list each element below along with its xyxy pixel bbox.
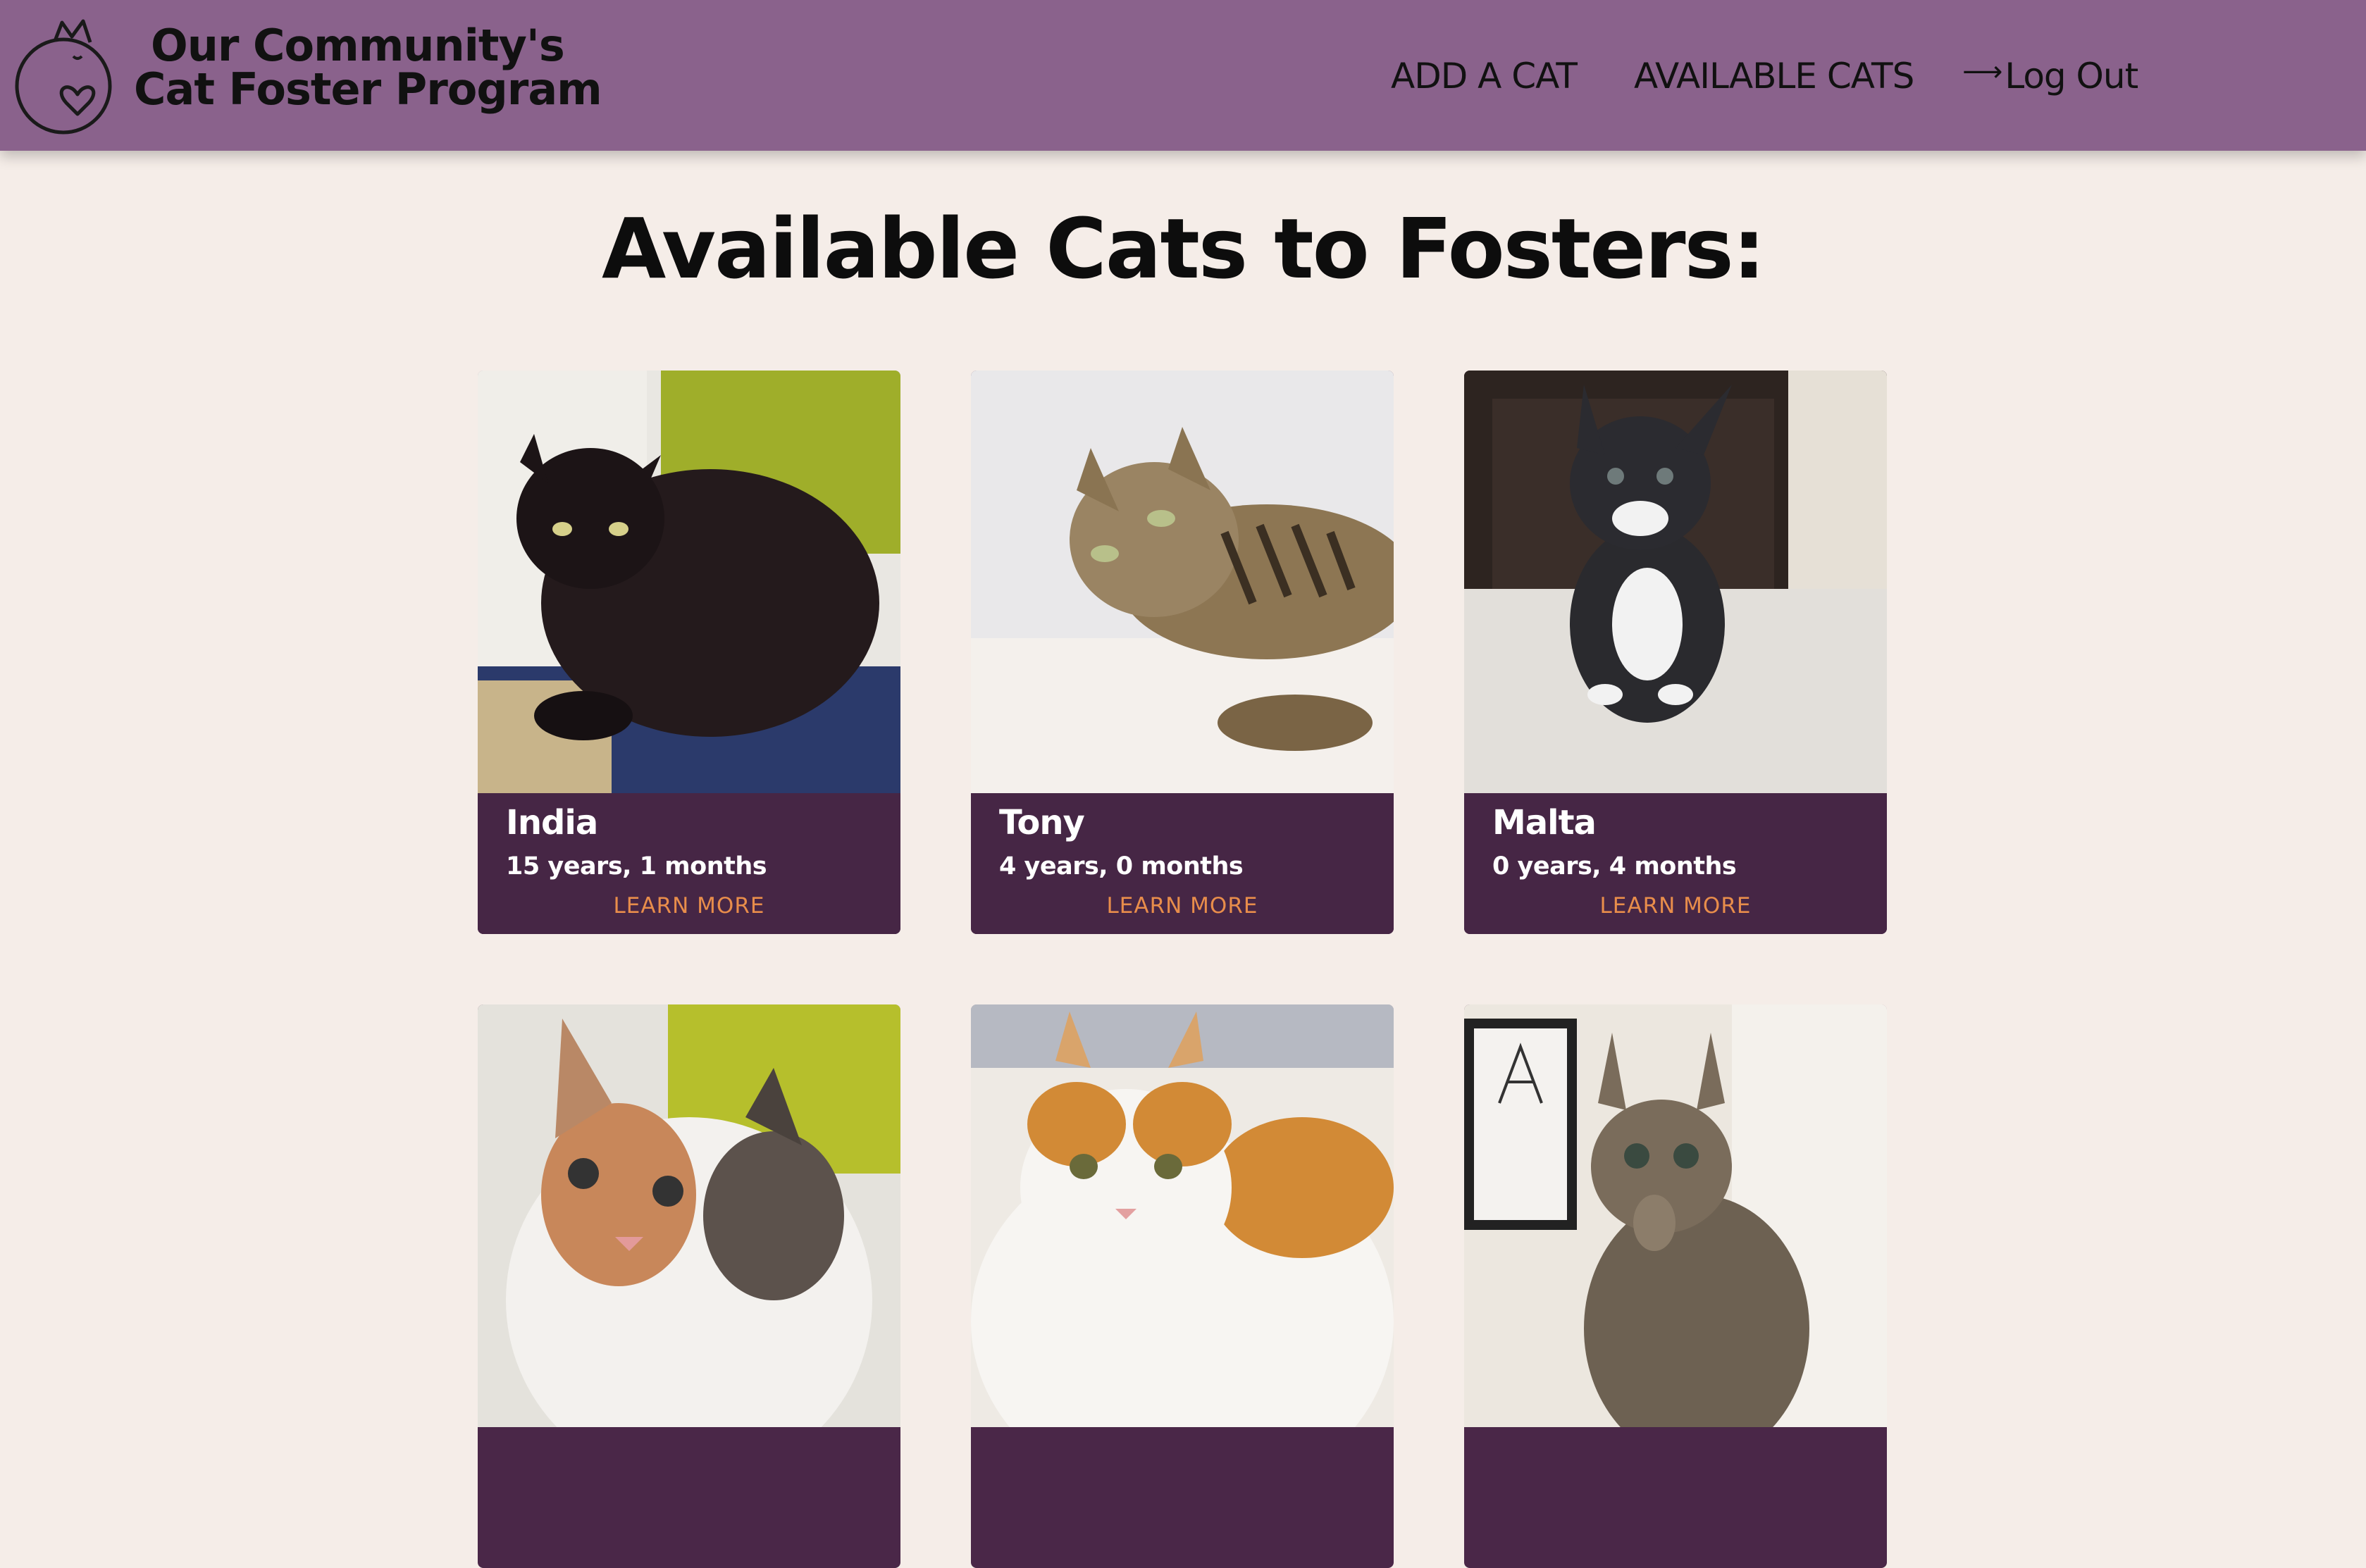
brand-name[interactable]: Our Community's Cat Foster Program xyxy=(134,24,602,111)
cat-name: India xyxy=(506,803,598,842)
top-navbar: Our Community's Cat Foster Program ADD A… xyxy=(0,0,2366,151)
cat-card-india[interactable]: India 15 years, 1 months LEARN MORE xyxy=(478,371,900,934)
cat-photo-malta xyxy=(1464,371,1887,793)
cat-photo-tony xyxy=(971,371,1394,793)
cat-card-calico[interactable] xyxy=(478,1004,900,1568)
cat-card-orange-white[interactable] xyxy=(971,1004,1394,1568)
logout-link[interactable]: ⟶ Log Out xyxy=(1962,55,2138,97)
cat-photo-calico xyxy=(478,1004,900,1427)
learn-more-button[interactable]: LEARN MORE xyxy=(971,892,1394,920)
cat-card-tabby-kitten[interactable] xyxy=(1464,1004,1887,1568)
cat-photo-india xyxy=(478,371,900,793)
logout-label: Log Out xyxy=(2005,56,2138,97)
page-title: Available Cats to Fosters: xyxy=(602,200,1766,297)
learn-more-button[interactable]: LEARN MORE xyxy=(478,892,900,920)
brand-line-2: Cat Foster Program xyxy=(134,63,602,115)
cat-age: 15 years, 1 months xyxy=(506,852,767,881)
cat-name: Malta xyxy=(1492,803,1597,842)
learn-more-button[interactable]: LEARN MORE xyxy=(1464,892,1887,920)
cat-photo-tabby-kitten xyxy=(1464,1004,1887,1427)
cat-heart-logo-icon[interactable] xyxy=(13,15,118,135)
cat-card-tony[interactable]: Tony 4 years, 0 months LEARN MORE xyxy=(971,371,1394,934)
cat-info-tony: Tony 4 years, 0 months LEARN MORE xyxy=(971,793,1394,934)
cat-info-india: India 15 years, 1 months LEARN MORE xyxy=(478,793,900,934)
cat-age: 0 years, 4 months xyxy=(1492,852,1737,881)
logout-arrow-icon: ⟶ xyxy=(1962,56,2002,88)
cat-info-malta: Malta 0 years, 4 months LEARN MORE xyxy=(1464,793,1887,934)
nav-add-cat-link[interactable]: ADD A CAT xyxy=(1391,55,1578,97)
brand-line-1: Our Community's xyxy=(151,20,565,71)
cat-photo-orange-white xyxy=(971,1004,1394,1427)
cat-age: 4 years, 0 months xyxy=(999,852,1244,881)
cat-card-malta[interactable]: Malta 0 years, 4 months LEARN MORE xyxy=(1464,371,1887,934)
nav-available-cats-link[interactable]: AVAILABLE CATS xyxy=(1634,55,1914,97)
cat-name: Tony xyxy=(999,803,1085,842)
